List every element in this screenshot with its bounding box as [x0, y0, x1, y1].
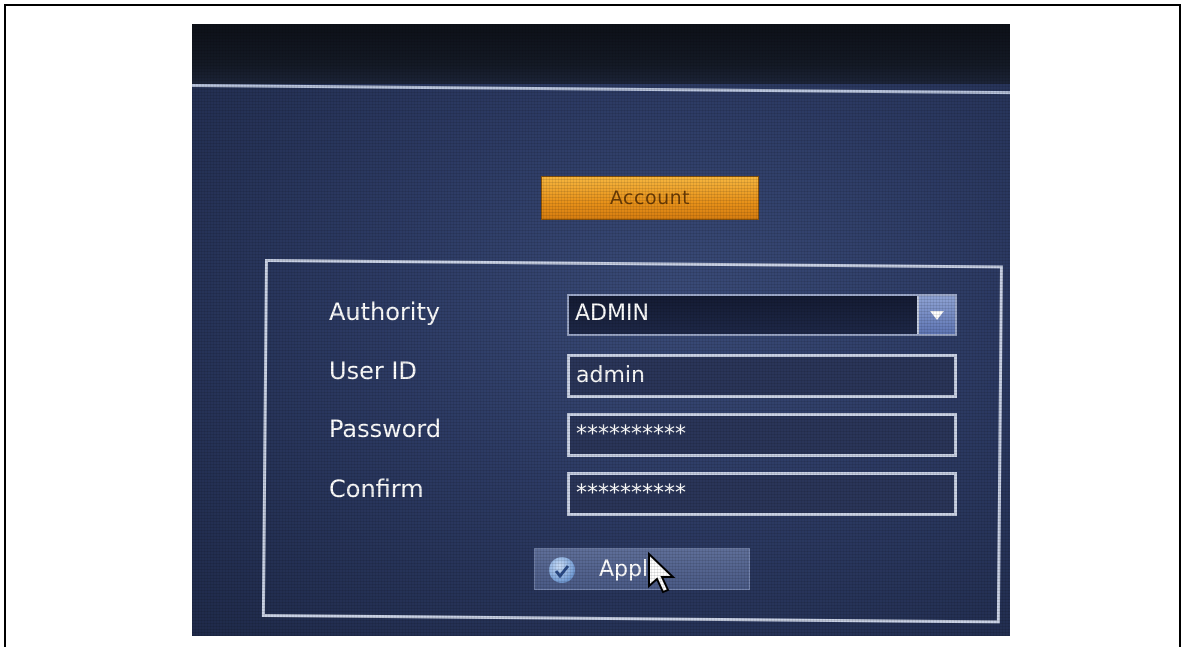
confirm-label: Confirm — [329, 475, 424, 503]
authority-label: Authority — [329, 298, 441, 326]
authority-select[interactable]: ADMIN — [567, 294, 957, 336]
password-input[interactable]: ********** — [567, 413, 957, 457]
divider-line — [192, 84, 1010, 95]
authority-value: ADMIN — [575, 301, 649, 326]
check-icon — [549, 557, 575, 583]
chevron-down-icon[interactable] — [917, 296, 955, 334]
dvr-screen: Account Authority ADMIN User ID admin Pa… — [192, 24, 1010, 636]
apply-button[interactable]: Apply — [534, 548, 750, 590]
password-label: Password — [329, 415, 442, 443]
cursor-arrow-icon — [648, 552, 676, 594]
user-id-input[interactable]: admin — [567, 354, 957, 398]
user-id-label: User ID — [329, 357, 417, 385]
confirm-input[interactable]: ********** — [567, 472, 957, 516]
tab-account[interactable]: Account — [541, 176, 759, 220]
top-bezel — [192, 24, 1010, 84]
